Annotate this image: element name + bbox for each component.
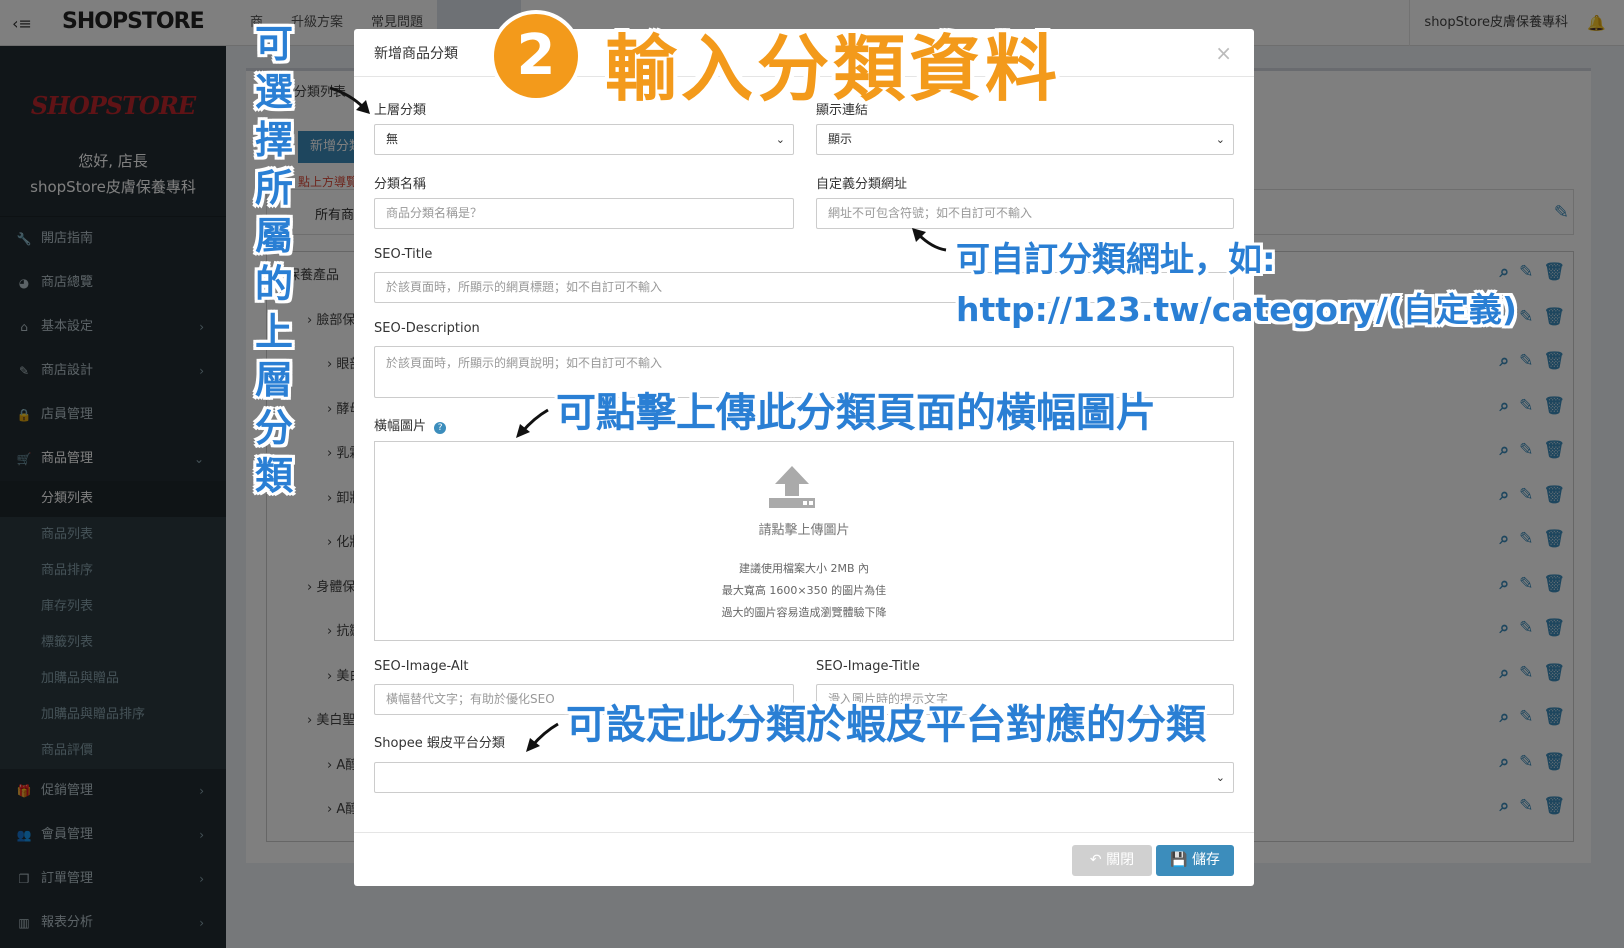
help-circle-icon[interactable]: ?: [434, 422, 447, 434]
category-name-input[interactable]: 商品分類名稱是？: [374, 198, 794, 229]
reply-icon: ↶: [1089, 852, 1102, 868]
chevron-down-icon: ⌄: [1215, 133, 1225, 146]
seo-description-label: SEO-Description: [374, 321, 480, 336]
annotation-char: 層: [254, 358, 293, 402]
chevron-down-icon: ⌄: [1215, 771, 1225, 784]
parent-category-select[interactable]: 無 ⌄: [374, 124, 794, 155]
custom-url-annotation: 可自訂分類網址，如:: [956, 240, 1276, 280]
annotation-char: 分: [254, 406, 293, 450]
save-icon: 💾: [1170, 852, 1188, 868]
annotation-char: 選: [254, 70, 293, 114]
upload-text: 請點擊上傳圖片: [758, 523, 850, 538]
custom-url-label: 自定義分類網址: [816, 177, 908, 192]
annotation-char: 可: [254, 22, 293, 66]
arrow-parent-annotation: [329, 86, 370, 114]
banner-image-label: 橫幅圖片 ?: [374, 415, 447, 434]
step-title-annotation: 輸入分類資料: [605, 27, 1062, 111]
new-category-modal: 新增商品分類 × 上層分類 無 ⌄ 顯示連結 顯示 ⌄ 分類名稱 商品分類名稱是？ …: [354, 29, 1254, 886]
arrow-banner-annotation: [516, 408, 549, 438]
upload-icon: [769, 466, 815, 508]
seo-image-alt-label: SEO-Image-Alt: [374, 659, 469, 674]
custom-url-example-annotation: http://123.tw/category/(自定義): [956, 290, 1517, 329]
annotation-char: 所: [254, 166, 293, 210]
arrow-url-annotation: [912, 228, 947, 252]
annotation-char: 上: [254, 310, 293, 354]
step-number-badge: 2: [494, 14, 578, 98]
shopee-annotation: 可設定此分類於蝦皮平台對應的分類: [566, 702, 1206, 748]
modal-title: 新增商品分類: [374, 46, 458, 62]
upload-notes: 建議使用檔案大小 2MB 內 最大寬高 1600×350 的圖片為佳 過大的圖片…: [721, 562, 887, 619]
banner-annotation: 可點擊上傳此分類頁面的橫幅圖片: [556, 390, 1156, 436]
category-name-label: 分類名稱: [374, 177, 427, 192]
annotation-char: 擇: [254, 118, 293, 162]
display-link-select[interactable]: 顯示 ⌄: [816, 124, 1234, 155]
parent-category-annotation: 可選擇所屬的上層分類: [250, 20, 298, 500]
arrow-shopee-annotation: [526, 722, 559, 752]
save-button[interactable]: 💾 儲存: [1156, 845, 1234, 876]
annotation-char: 的: [254, 262, 293, 306]
shopee-category-label: Shopee 蝦皮平台分類: [374, 736, 505, 751]
modal-footer: ↶ 關閉 💾 儲存: [354, 832, 1254, 886]
chevron-down-icon: ⌄: [775, 133, 785, 146]
custom-url-input[interactable]: 網址不可包含符號；如不自訂可不輸入: [816, 198, 1234, 229]
close-icon[interactable]: ×: [1215, 41, 1232, 65]
close-button[interactable]: ↶ 關閉: [1072, 845, 1152, 876]
annotation-char: 屬: [254, 214, 293, 258]
seo-title-label: SEO-Title: [374, 247, 433, 262]
banner-upload-area[interactable]: 請點擊上傳圖片 建議使用檔案大小 2MB 內 最大寬高 1600×350 的圖片…: [374, 441, 1234, 641]
seo-image-title-label: SEO-Image-Title: [816, 659, 920, 674]
shopee-category-select[interactable]: ⌄: [374, 762, 1234, 793]
annotation-char: 類: [254, 454, 293, 498]
parent-category-label: 上層分類: [374, 103, 427, 118]
